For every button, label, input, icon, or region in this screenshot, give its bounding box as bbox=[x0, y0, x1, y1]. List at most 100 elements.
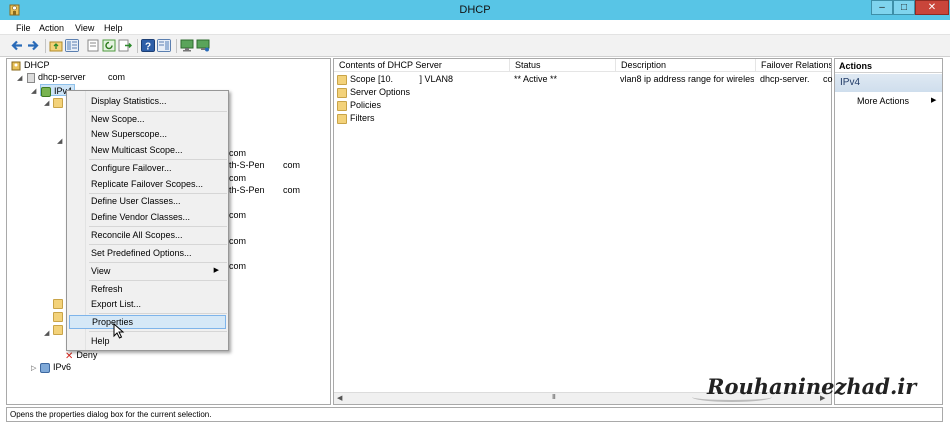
actions-pane: Actions IPv4 More Actions ▶ bbox=[834, 58, 943, 405]
back-icon[interactable] bbox=[10, 39, 24, 52]
toolbar-separator bbox=[45, 39, 46, 53]
tree-item-ipv6[interactable]: IPv6 bbox=[40, 361, 71, 373]
collapse-arrow-icon[interactable]: ▷ bbox=[31, 364, 36, 372]
menu-item-display-statistics[interactable]: Display Statistics... bbox=[87, 94, 227, 108]
row-name: Filters bbox=[350, 113, 375, 123]
row-description: vlan8 ip address range for wireless... bbox=[620, 74, 754, 84]
more-actions-link[interactable]: More Actions bbox=[857, 96, 909, 106]
menu-gutter bbox=[67, 91, 86, 350]
filters-folder-icon bbox=[53, 325, 63, 335]
menu-item-set-predefined-options[interactable]: Set Predefined Options... bbox=[87, 246, 227, 260]
menu-separator bbox=[89, 226, 227, 227]
ipv4-icon bbox=[41, 86, 51, 97]
actions-title: Actions bbox=[835, 59, 942, 73]
more-actions-arrow-icon[interactable]: ▶ bbox=[931, 96, 936, 104]
dhcp-root-icon bbox=[11, 61, 21, 71]
title-bar: DHCP – □ ✕ bbox=[0, 0, 950, 20]
menu-item-export-list[interactable]: Export List... bbox=[87, 297, 227, 311]
server-options-icon bbox=[337, 87, 347, 98]
menu-item-properties[interactable]: Properties bbox=[69, 315, 226, 329]
help-icon[interactable]: ? bbox=[141, 39, 155, 52]
menu-separator bbox=[89, 313, 227, 314]
menu-item-new-scope[interactable]: New Scope... bbox=[87, 112, 227, 126]
tree-fragment: com bbox=[229, 173, 247, 183]
close-button[interactable]: ✕ bbox=[915, 0, 949, 15]
monitor-icon[interactable] bbox=[180, 39, 194, 52]
menu-help[interactable]: Help bbox=[104, 23, 123, 33]
menu-item-define-user-classes[interactable]: Define User Classes... bbox=[87, 194, 227, 208]
mouse-cursor-icon bbox=[113, 323, 125, 339]
export-icon[interactable] bbox=[86, 39, 100, 52]
row-failover: dhcp-server. bbox=[760, 74, 810, 84]
forward-icon[interactable] bbox=[26, 39, 40, 52]
minimize-button[interactable]: – bbox=[871, 0, 893, 15]
row-name: Server Options bbox=[350, 87, 411, 97]
content-pane[interactable]: Contents of DHCP Server Status Descripti… bbox=[333, 58, 833, 405]
expand-arrow-icon[interactable]: ◢ bbox=[57, 137, 62, 145]
menu-view[interactable]: View bbox=[75, 23, 94, 33]
menu-item-new-superscope[interactable]: New Superscope... bbox=[87, 127, 227, 141]
refresh-icon[interactable] bbox=[102, 39, 116, 52]
menu-separator bbox=[89, 331, 227, 332]
show-tree-icon[interactable] bbox=[65, 39, 79, 52]
menu-item-new-multicast-scope[interactable]: New Multicast Scope... bbox=[87, 143, 227, 157]
expand-arrow-icon[interactable]: ◢ bbox=[31, 87, 36, 95]
show-action-pane-icon[interactable] bbox=[157, 39, 171, 52]
export-list-icon[interactable] bbox=[118, 39, 132, 52]
row-vlan: ] VLAN8 bbox=[419, 74, 454, 84]
menu-file[interactable]: File bbox=[16, 23, 31, 33]
submenu-arrow-icon: ▶ bbox=[213, 267, 219, 274]
menu-item-help[interactable]: Help bbox=[87, 334, 227, 348]
expand-arrow-icon[interactable]: ◢ bbox=[44, 329, 49, 337]
policies-icon bbox=[337, 100, 347, 111]
monitor-network-icon[interactable] bbox=[196, 39, 210, 52]
table-row[interactable]: Filters bbox=[337, 112, 509, 124]
menu-separator bbox=[89, 262, 227, 263]
menu-item-reconcile-all-scopes[interactable]: Reconcile All Scopes... bbox=[87, 228, 227, 242]
menu-item-replicate-failover-scopes[interactable]: Replicate Failover Scopes... bbox=[87, 177, 227, 191]
tree-label-deny: Deny bbox=[76, 350, 98, 360]
menu-item-view-label: View bbox=[91, 266, 111, 276]
tree-item-server[interactable]: dhcp-server com bbox=[27, 71, 125, 83]
toolbar-separator bbox=[176, 39, 177, 53]
tree-fragment: com bbox=[229, 236, 247, 246]
maximize-button[interactable]: □ bbox=[893, 0, 915, 15]
column-header-failover[interactable]: Failover Relationship bbox=[756, 59, 831, 72]
tree-fragment: com bbox=[283, 185, 301, 195]
server-icon bbox=[27, 72, 35, 83]
scroll-left-icon[interactable]: ◀ bbox=[337, 394, 342, 402]
tree-item-dhcp-root[interactable]: DHCP bbox=[11, 59, 50, 71]
column-header-status[interactable]: Status bbox=[510, 59, 616, 72]
menu-item-view[interactable]: View ▶ bbox=[87, 264, 227, 278]
menu-item-configure-failover[interactable]: Configure Failover... bbox=[87, 161, 227, 175]
row-name: Policies bbox=[350, 100, 382, 110]
expand-arrow-icon[interactable]: ◢ bbox=[44, 99, 49, 107]
table-row[interactable]: Scope [10. ] VLAN8 bbox=[337, 73, 509, 85]
column-header-contents[interactable]: Contents of DHCP Server bbox=[334, 59, 510, 72]
menu-separator bbox=[89, 159, 227, 160]
column-header-description[interactable]: Description bbox=[616, 59, 756, 72]
tree-fragment: com bbox=[283, 160, 301, 170]
table-row[interactable]: Server Options bbox=[337, 86, 509, 98]
menu-separator bbox=[89, 280, 227, 281]
menu-bar: File Action View Help bbox=[0, 20, 950, 35]
tree-label-ipv6: IPv6 bbox=[53, 362, 72, 372]
menu-item-define-vendor-classes[interactable]: Define Vendor Classes... bbox=[87, 210, 227, 224]
up-folder-icon[interactable] bbox=[49, 39, 63, 52]
watermark-text: Rouhaninezhad.ir bbox=[707, 374, 917, 399]
expand-arrow-icon[interactable]: ◢ bbox=[17, 74, 22, 82]
actions-section-ipv4[interactable]: IPv4 bbox=[835, 74, 942, 92]
menu-action[interactable]: Action bbox=[39, 23, 64, 33]
folder-icon bbox=[53, 312, 63, 322]
scroll-thumb[interactable]: III bbox=[552, 394, 556, 401]
table-row[interactable]: Policies bbox=[337, 99, 509, 111]
window-title: DHCP bbox=[459, 4, 491, 16]
ipv6-icon bbox=[40, 362, 50, 373]
scope-folder-icon bbox=[53, 98, 63, 108]
tree-fragment: th-S-Pen bbox=[229, 185, 265, 195]
tree-fragment: com bbox=[229, 261, 247, 271]
toolbar: ? bbox=[0, 35, 950, 57]
row-failover-suffix: co bbox=[823, 74, 833, 84]
scope-folder-icon bbox=[337, 74, 347, 85]
menu-item-refresh[interactable]: Refresh bbox=[87, 282, 227, 296]
